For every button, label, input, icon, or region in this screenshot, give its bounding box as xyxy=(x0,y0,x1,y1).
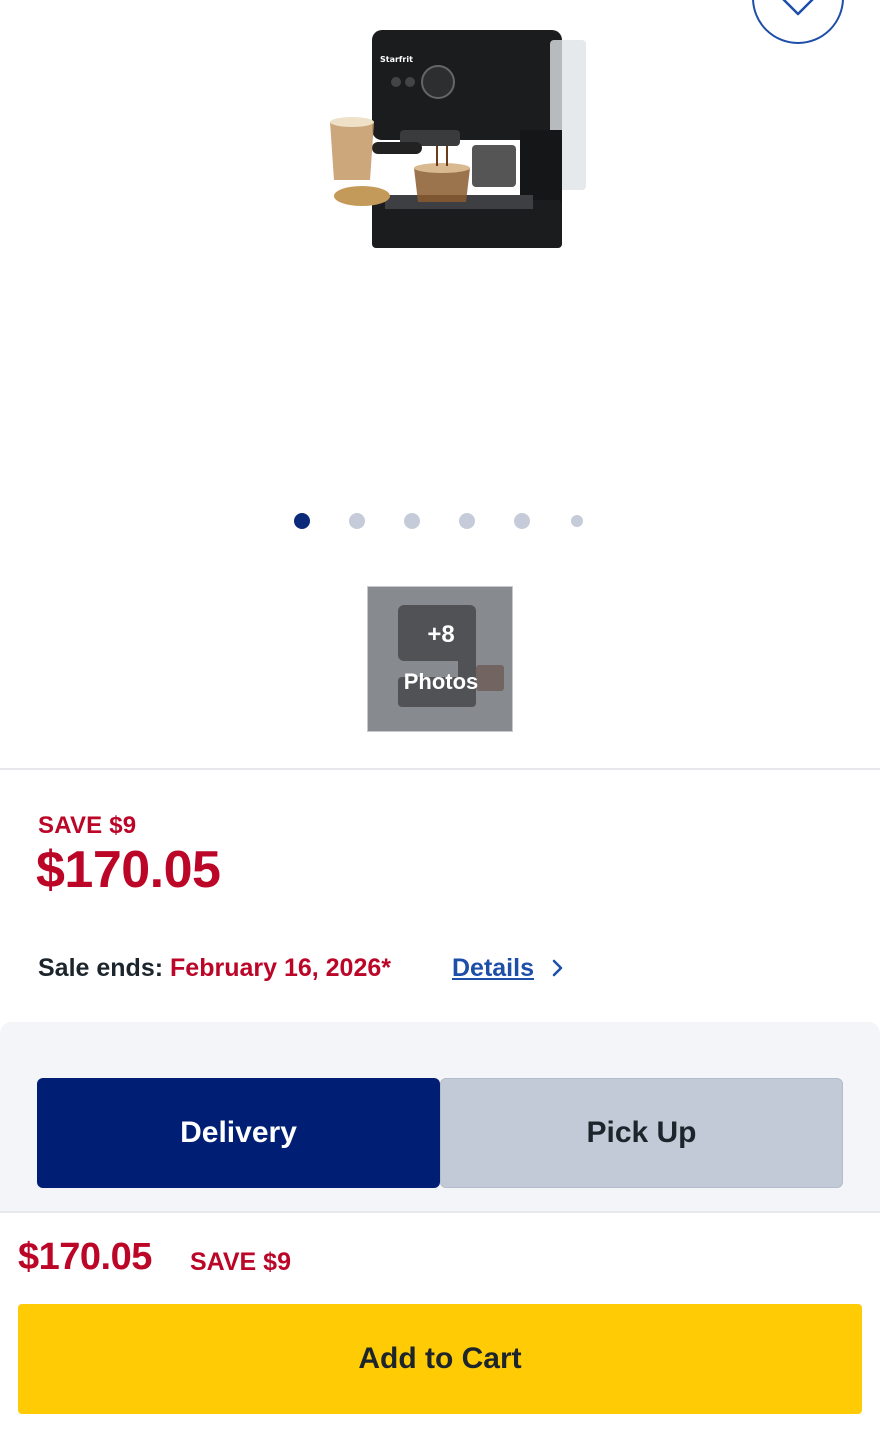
more-photos-thumbnail[interactable]: +8 Photos xyxy=(367,586,513,732)
carousel-dot-6[interactable] xyxy=(571,515,583,527)
carousel-dot-1[interactable] xyxy=(294,513,310,529)
divider xyxy=(0,1211,880,1213)
carousel-dot-5[interactable] xyxy=(514,513,530,529)
sale-ends-label: Sale ends: xyxy=(38,954,164,982)
chevron-right-icon[interactable] xyxy=(550,957,566,979)
sale-price: $170.05 xyxy=(36,841,221,899)
wishlist-button[interactable] xyxy=(752,0,844,44)
details-link[interactable]: Details xyxy=(452,954,534,983)
save-badge: SAVE $9 xyxy=(38,812,137,839)
divider xyxy=(0,768,880,770)
carousel-dot-4[interactable] xyxy=(459,513,475,529)
product-hero-image[interactable]: Starfrit xyxy=(310,20,590,255)
thumbnail-overlay xyxy=(368,587,512,731)
carousel-dot-3[interactable] xyxy=(404,513,420,529)
sale-ends-date: February 16, 2026* xyxy=(170,954,391,982)
carousel-dots xyxy=(294,513,583,529)
heart-icon xyxy=(782,0,814,16)
carousel-dot-2[interactable] xyxy=(349,513,365,529)
pickup-toggle-button[interactable]: Pick Up xyxy=(440,1078,843,1188)
sticky-price: $170.05 xyxy=(18,1236,152,1278)
brand-logo: Starfrit xyxy=(380,55,413,64)
sale-ends-line: Sale ends: February 16, 2026* xyxy=(38,954,391,983)
delivery-toggle-button[interactable]: Delivery xyxy=(37,1078,440,1188)
add-to-cart-button[interactable]: Add to Cart xyxy=(18,1304,862,1414)
product-page: Starfrit +8 Photos SAVE $9 $170.05 Sale … xyxy=(0,0,880,1440)
photos-count: +8 xyxy=(427,621,455,648)
sticky-save-badge: SAVE $9 xyxy=(190,1248,291,1276)
photos-label: Photos xyxy=(403,669,479,694)
